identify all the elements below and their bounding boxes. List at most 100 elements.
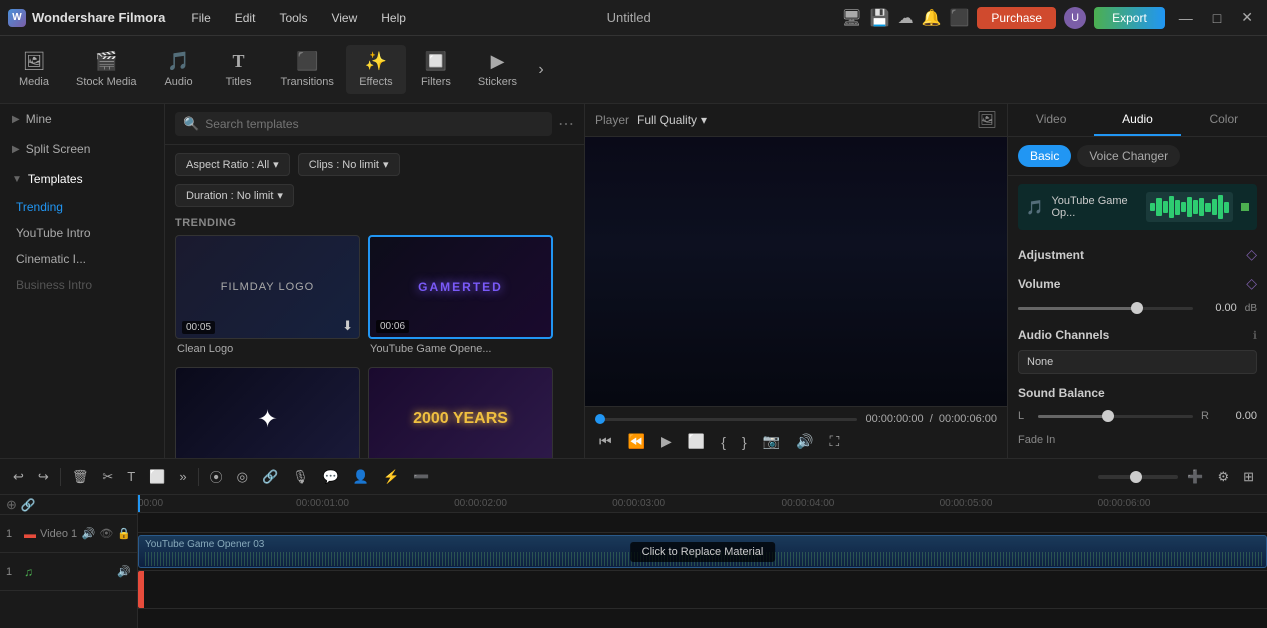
total-time: 00:00:06:00 xyxy=(939,413,997,425)
crop-button[interactable]: ⬜ xyxy=(144,465,170,489)
fullscreen-button[interactable]: ⛶ xyxy=(826,431,844,452)
menu-view[interactable]: View xyxy=(321,7,367,29)
snapshot-button[interactable]: 📷 xyxy=(759,431,784,452)
playhead xyxy=(138,495,140,512)
sound-balance-slider-row: L R 0.00 xyxy=(1008,404,1267,428)
template-card-year[interactable]: 2000 YEARS xyxy=(368,367,553,458)
link-track-icon[interactable]: 🔗 xyxy=(21,498,36,512)
ruler-mark-0: 00:00 xyxy=(138,498,163,509)
tab-video[interactable]: Video xyxy=(1008,104,1094,136)
link-button[interactable]: 🔗 xyxy=(257,465,283,489)
tab-audio[interactable]: Audio xyxy=(1094,104,1180,136)
zoom-thumb[interactable] xyxy=(1130,471,1142,483)
adjustment-diamond-icon[interactable]: ◇ xyxy=(1246,246,1257,263)
add-track-icon[interactable]: ⊕ xyxy=(6,497,17,513)
text-button[interactable]: T xyxy=(122,465,140,488)
mark-out-button[interactable]: } xyxy=(738,432,751,452)
subtitle-button[interactable]: 💬 xyxy=(318,465,344,489)
volume-diamond-icon[interactable]: ◇ xyxy=(1246,275,1257,292)
audio-1-number: 1 xyxy=(6,566,20,578)
toolbar-more-button[interactable]: › xyxy=(529,58,553,82)
duration-filter[interactable]: Duration : No limit ▾ xyxy=(175,184,294,207)
minimize-button[interactable]: — xyxy=(1173,10,1199,26)
template-card-youtube-game[interactable]: GAMERTED 00:06 YouTube Game Opene... xyxy=(368,235,553,359)
progress-track[interactable] xyxy=(595,418,857,421)
player-quality-selector[interactable]: Full Quality ▾ xyxy=(637,113,707,127)
audio-button[interactable]: 🎙 xyxy=(287,465,314,489)
mark-in-button[interactable]: { xyxy=(717,432,730,452)
video-clip[interactable]: YouTube Game Opener 03 Click to Replace … xyxy=(138,535,1267,568)
audio-mute-icon[interactable]: 🔊 xyxy=(117,565,131,578)
more-tl-button[interactable]: » xyxy=(174,465,191,488)
toolbar-transitions[interactable]: ⬛ Transitions xyxy=(269,45,346,94)
toolbar-stickers[interactable]: ▶ Stickers xyxy=(466,45,529,94)
menu-file[interactable]: File xyxy=(181,7,220,29)
aspect-ratio-filter[interactable]: Aspect Ratio : All ▾ xyxy=(175,153,290,176)
waveform-bar xyxy=(1224,202,1229,213)
ripple-button[interactable]: ◎ xyxy=(232,465,253,489)
toolbar-titles[interactable]: T Titles xyxy=(209,45,269,94)
sidebar-sub-youtube-intro[interactable]: YouTube Intro xyxy=(0,220,164,246)
duration-chevron: ▾ xyxy=(277,189,283,202)
search-icon: 🔍 xyxy=(183,116,199,132)
mute-icon[interactable]: 🔊 xyxy=(82,527,96,540)
audio-tab-basic[interactable]: Basic xyxy=(1018,145,1071,167)
undo-button[interactable]: ↩ xyxy=(8,465,29,489)
volume-button[interactable]: 🔊 xyxy=(792,431,817,452)
balance-thumb[interactable] xyxy=(1102,410,1114,422)
maximize-button[interactable]: □ xyxy=(1207,10,1227,26)
toolbar-media[interactable]: 🖼 Media xyxy=(4,45,64,94)
close-button[interactable]: ✕ xyxy=(1235,9,1259,26)
cut-button[interactable]: ✂ xyxy=(97,465,118,489)
step-back-button[interactable]: ⏪ xyxy=(624,431,649,452)
zoom-out-button[interactable]: ➖ xyxy=(408,465,434,489)
current-time: 00:00:00:00 xyxy=(865,413,923,425)
audio-tab-voice-changer[interactable]: Voice Changer xyxy=(1077,145,1180,167)
delete-button[interactable]: 🗑 xyxy=(67,465,94,489)
sidebar-sub-trending[interactable]: Trending xyxy=(0,194,164,220)
volume-slider[interactable] xyxy=(1018,307,1193,310)
redo-button[interactable]: ↪ xyxy=(33,465,54,489)
grid-icon[interactable]: ⊞ xyxy=(1238,465,1259,489)
menu-edit[interactable]: Edit xyxy=(225,7,266,29)
sound-balance-slider[interactable] xyxy=(1038,415,1193,418)
zoom-track[interactable] xyxy=(1098,475,1178,479)
main-area: ▶ Mine ▶ Split Screen ▼ Templates Trendi… xyxy=(0,104,1267,458)
toolbar-stock-media[interactable]: 🎬 Stock Media xyxy=(64,45,149,94)
audio-channels-select[interactable]: None xyxy=(1018,350,1257,374)
lock-icon[interactable]: 🔒 xyxy=(117,527,131,540)
template-card-star[interactable]: ✦ xyxy=(175,367,360,458)
skip-back-button[interactable]: ⏮ xyxy=(595,431,616,452)
sidebar-item-mine[interactable]: ▶ Mine xyxy=(0,104,164,134)
sidebar-sub-business[interactable]: Business Intro xyxy=(0,272,164,298)
face-button[interactable]: 👤 xyxy=(348,465,374,489)
clips-filter[interactable]: Clips : No limit ▾ xyxy=(298,153,400,176)
volume-thumb[interactable] xyxy=(1131,302,1143,314)
toolbar-effects[interactable]: ✨ Effects xyxy=(346,45,406,94)
sidebar-item-split-screen[interactable]: ▶ Split Screen xyxy=(0,134,164,164)
zoom-in-button[interactable]: ➕ xyxy=(1182,465,1208,489)
template-card-clean-logo[interactable]: FILMDAY LOGO 00:05 ⬇ Clean Logo xyxy=(175,235,360,359)
balance-right-label: R xyxy=(1201,410,1213,422)
quality-chevron: ▾ xyxy=(701,113,707,127)
right-panel: Video Audio Color Basic Voice Changer 🎵 … xyxy=(1007,104,1267,458)
menu-tools[interactable]: Tools xyxy=(269,7,317,29)
fade-in-slider-row: 0.00 s xyxy=(1008,452,1267,458)
toolbar-filters[interactable]: 🔲 Filters xyxy=(406,45,466,94)
sidebar-sub-cinematic[interactable]: Cinematic I... xyxy=(0,246,164,272)
eye-icon[interactable]: 👁 xyxy=(99,527,113,540)
menu-help[interactable]: Help xyxy=(371,7,416,29)
settings-icon[interactable]: ⚙ xyxy=(1212,465,1234,489)
purchase-button[interactable]: Purchase xyxy=(977,7,1056,29)
toolbar-audio[interactable]: 🎵 Audio xyxy=(149,45,209,94)
tab-color[interactable]: Color xyxy=(1181,104,1267,136)
play-button[interactable]: ▶ xyxy=(657,431,676,452)
snap-button[interactable]: ⦿ xyxy=(205,463,228,490)
more-options-icon[interactable]: ⋯ xyxy=(558,114,574,134)
ai-button[interactable]: ⚡ xyxy=(378,465,404,489)
search-input[interactable] xyxy=(205,117,544,131)
replace-material-banner[interactable]: Click to Replace Material xyxy=(630,542,776,562)
sidebar-item-templates[interactable]: ▼ Templates xyxy=(0,164,164,194)
export-button[interactable]: Export xyxy=(1094,7,1165,29)
stop-button[interactable]: ⬜ xyxy=(684,431,709,452)
